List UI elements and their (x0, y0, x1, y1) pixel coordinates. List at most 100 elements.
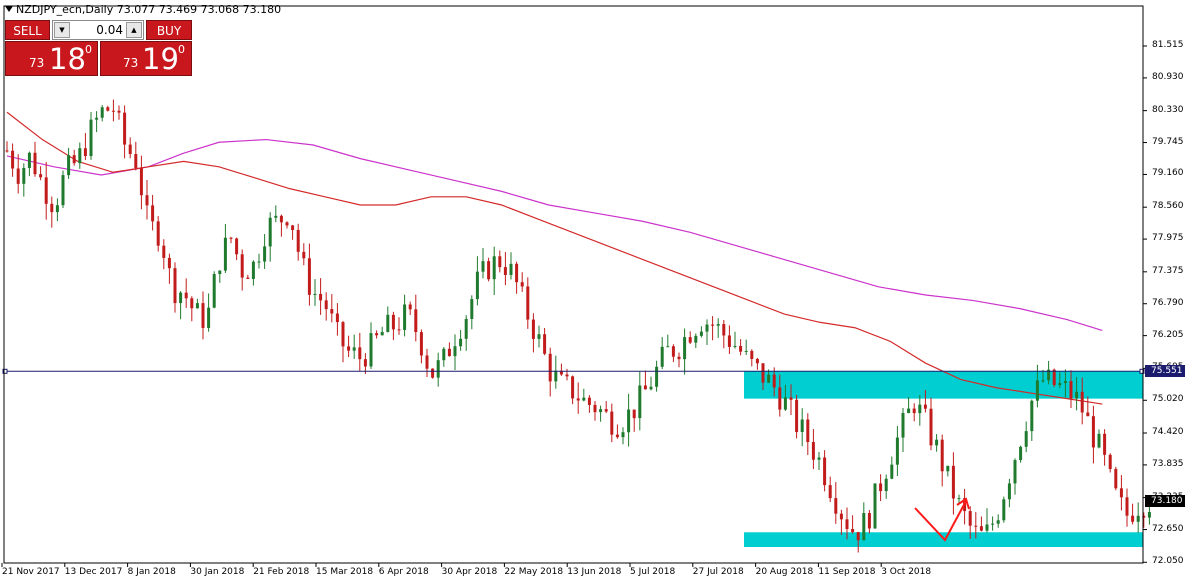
candle-body (487, 261, 491, 280)
candle-body (100, 107, 104, 118)
candle-body (705, 324, 709, 332)
candle-body (263, 246, 267, 262)
candle-body (419, 332, 423, 356)
sell-quote[interactable]: 73 18 0 (5, 41, 98, 76)
candle-body (907, 408, 911, 414)
candle-body (722, 324, 726, 336)
candle-body (1007, 483, 1011, 500)
x-tick-label: 5 Jul 2018 (630, 567, 676, 577)
candle-body (537, 334, 541, 339)
candle-body (335, 313, 339, 323)
candle-body (111, 110, 115, 112)
candle-body (671, 346, 675, 357)
candle-body (929, 408, 933, 446)
candle-body (515, 263, 519, 283)
candle-body (380, 331, 384, 336)
x-tick-label: 8 Jan 2018 (127, 567, 176, 577)
lot-increase-icon[interactable]: ▲ (126, 22, 142, 38)
sell-button[interactable]: SELL (5, 20, 50, 40)
symbol-menu-icon[interactable] (5, 6, 13, 12)
y-tick-label: 81.515 (1152, 40, 1184, 50)
candle-body (548, 353, 552, 382)
x-tick-label: 30 Jan 2018 (190, 567, 245, 577)
lot-size-value[interactable]: 0.04 (96, 23, 123, 37)
x-tick-label: 6 Apr 2018 (378, 567, 429, 577)
candle-body (862, 513, 866, 541)
candle-body (106, 107, 110, 111)
candle-body (50, 203, 54, 213)
candle-body (363, 359, 367, 367)
candle-body (940, 439, 944, 472)
candle-body (436, 360, 440, 378)
x-tick-label: 27 Jul 2018 (692, 567, 744, 577)
candle-body (957, 498, 961, 500)
candle-body (319, 293, 323, 301)
candle-body (235, 238, 239, 255)
y-tick-label: 73.835 (1152, 458, 1184, 469)
candle-body (1052, 369, 1056, 386)
candle-body (991, 523, 995, 525)
candle-body (369, 333, 373, 367)
candle-body (834, 498, 838, 514)
candle-body (403, 304, 407, 330)
y-tick-label: 76.205 (1152, 329, 1184, 340)
candle-body (1041, 380, 1045, 382)
candle-body (828, 485, 832, 499)
candle-body (481, 261, 485, 272)
candle-body (44, 177, 48, 204)
candle-body (599, 409, 603, 413)
candle-body (1019, 446, 1023, 461)
candle-body (279, 215, 283, 223)
buy-button[interactable]: BUY (146, 20, 192, 40)
candle-body (246, 277, 250, 279)
candle-body (811, 442, 815, 460)
candle-body (408, 304, 412, 310)
candle-body (156, 221, 160, 246)
chart-canvas[interactable] (0, 0, 1185, 584)
candle-body (733, 345, 737, 347)
candle-body (442, 348, 446, 361)
candle-body (800, 419, 804, 433)
candle-body (655, 366, 659, 387)
buy-quote-fraction: 0 (178, 43, 185, 56)
candle-body (699, 331, 703, 336)
candle-body (968, 511, 972, 526)
buy-quote[interactable]: 73 19 0 (100, 41, 192, 76)
candle-body (839, 513, 843, 520)
x-tick-label: 30 Apr 2018 (441, 567, 498, 577)
y-tick-label: 77.975 (1152, 233, 1184, 244)
candle-body (795, 399, 799, 433)
candle-body (313, 293, 317, 295)
candle-body (207, 307, 211, 328)
candle-body (772, 374, 776, 388)
candle-body (627, 409, 631, 433)
candle-body (83, 148, 87, 157)
candle-body (660, 346, 664, 367)
candle-body (464, 318, 468, 339)
candle-body (716, 324, 720, 326)
candle-body (302, 251, 306, 259)
candle-body (195, 303, 199, 309)
candle-body (996, 520, 1000, 524)
current-price-tag: 73.180 (1145, 494, 1185, 507)
candle-body (123, 112, 127, 145)
candle-body (750, 350, 754, 359)
candle-body (201, 303, 205, 328)
candle-body (1030, 400, 1034, 432)
candle-body (554, 370, 558, 382)
lot-size-field[interactable]: ▼ 0.04 ▲ (52, 20, 144, 40)
candle-body (935, 439, 939, 446)
candle-body (78, 148, 82, 164)
lot-decrease-icon[interactable]: ▼ (54, 22, 70, 38)
candle-body (509, 263, 513, 275)
candle-body (744, 350, 748, 352)
candle-body (291, 225, 295, 230)
candle-body (1097, 433, 1101, 448)
candle-body (397, 329, 401, 331)
candle-body (1063, 381, 1067, 384)
y-tick-label: 72.650 (1152, 523, 1184, 534)
candle-body (1080, 391, 1084, 413)
candle-body (1086, 412, 1090, 417)
candle-body (1114, 468, 1118, 489)
candle-body (979, 526, 983, 531)
